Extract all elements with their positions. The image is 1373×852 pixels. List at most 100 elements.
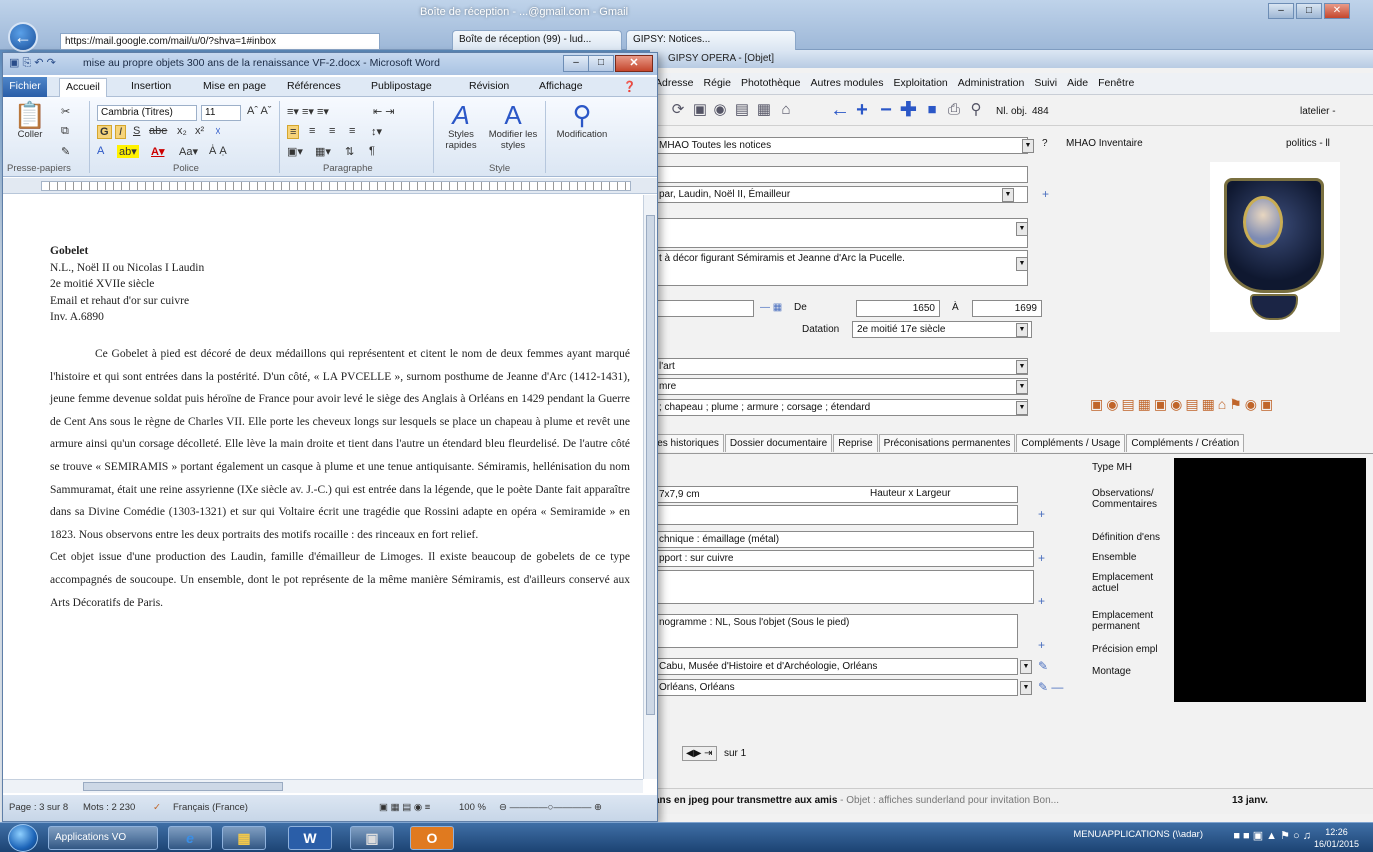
add-technique-icon[interactable]: + — [1038, 551, 1045, 565]
date-from-field[interactable]: 1650 — [856, 300, 940, 317]
selection-field[interactable]: MHAO Toutes les notices — [654, 137, 1028, 154]
status-language[interactable]: Français (France) — [173, 802, 248, 813]
vertical-scrollbar[interactable] — [643, 195, 657, 779]
atelier-label[interactable]: latelier - — [1300, 106, 1336, 117]
add-icon[interactable]: + — [854, 100, 870, 120]
author-dropdown[interactable]: ▼ — [1002, 188, 1014, 202]
copy-icon[interactable]: ⧉ — [61, 125, 69, 138]
zoom-slider[interactable]: ⊖ ————○———— ⊕ — [499, 802, 602, 813]
author-field[interactable]: par, Laudin, Noël II, Émailleur — [654, 186, 1028, 203]
browser-close-button[interactable]: ✕ — [1324, 3, 1350, 19]
superscript-button[interactable]: x² — [195, 125, 204, 137]
home-icon[interactable]: ⌂ — [778, 102, 794, 118]
quick-styles-button[interactable]: A Styles rapides — [439, 101, 483, 151]
object-photo[interactable] — [1210, 162, 1340, 332]
app-taskbar-icon[interactable]: ▣ — [350, 826, 394, 850]
date-to-field[interactable]: 1699 — [972, 300, 1042, 317]
tab-references[interactable]: Références — [287, 80, 341, 92]
selection-dropdown[interactable]: ▼ — [1022, 139, 1034, 153]
period-field[interactable] — [654, 300, 754, 317]
vertical-scroll-thumb[interactable] — [646, 215, 655, 715]
place-field-1[interactable]: Cabu, Musée d'Histoire et d'Archéologie,… — [654, 658, 1018, 675]
sort-icon[interactable]: ⇅ — [345, 145, 354, 158]
inscription-field[interactable]: nogramme : NL, Sous l'objet (Sous le pie… — [654, 614, 1018, 648]
cycle-icon[interactable]: ⟳ — [670, 102, 686, 118]
keywords-dropdown[interactable]: ▼ — [1016, 401, 1028, 415]
edit-place2-icon[interactable]: ✎ — — [1038, 680, 1063, 694]
tab-historiques[interactable]: ies historiques — [650, 434, 724, 452]
cut-icon[interactable]: ✂ — [61, 105, 70, 118]
help-icon[interactable]: ? — [1042, 138, 1048, 149]
status-words[interactable]: Mots : 2 230 — [83, 802, 135, 813]
browser-address-bar[interactable]: https://mail.google.com/mail/u/0/?shva=1… — [60, 33, 380, 50]
tab-reprise[interactable]: Reprise — [833, 434, 878, 452]
validate-icon[interactable]: ✚ — [900, 100, 917, 120]
explorer-icon[interactable]: ▦ — [222, 826, 266, 850]
menu-phototheque[interactable]: Photothèque — [736, 73, 806, 93]
pilcrow-icon[interactable]: ¶ — [369, 145, 375, 157]
browser-minimize-button[interactable]: – — [1268, 3, 1294, 19]
browser-maximize-button[interactable]: □ — [1296, 3, 1322, 19]
menu-fenetre[interactable]: Fenêtre — [1093, 73, 1139, 93]
add-inscription-icon[interactable]: + — [1038, 638, 1045, 652]
borders-icon[interactable]: ▦▾ — [315, 145, 331, 158]
tab-preconisations[interactable]: Préconisations permanentes — [878, 434, 1016, 452]
italic-button[interactable]: I — [115, 125, 127, 139]
tab-dossier-documentaire[interactable]: Dossier documentaire — [724, 434, 833, 452]
description-field[interactable]: t à décor figurant Sémiramis et Jeanne d… — [654, 250, 1028, 286]
tab-publipostage[interactable]: Publipostage — [371, 80, 432, 92]
bullets-icon[interactable]: ≡▾ ≡▾ ≡▾ — [287, 105, 329, 118]
pager-controls[interactable]: ◀▶ ⇥ — [682, 746, 717, 761]
line-spacing-icon[interactable]: ↕▾ — [371, 125, 382, 138]
category-field[interactable]: mre — [654, 378, 1028, 395]
category-dropdown[interactable]: ▼ — [1016, 380, 1028, 394]
keywords-field[interactable]: ; chapeau ; plume ; armure ; corsage ; é… — [654, 399, 1028, 416]
previous-icon[interactable]: ← — [830, 100, 850, 120]
outlook-icon[interactable]: O — [410, 826, 454, 850]
document-icon[interactable]: ▤ — [734, 102, 750, 118]
font-size-box[interactable]: 11 — [201, 105, 241, 121]
bold-button[interactable]: G — [97, 125, 112, 139]
tab-insertion[interactable]: Insertion — [131, 80, 171, 92]
shading-icon[interactable]: ▣▾ — [287, 145, 303, 158]
dating-field[interactable]: 2e moitié 17e siècle — [852, 321, 1032, 338]
font-name-box[interactable]: Cambria (Titres) — [97, 105, 197, 121]
period-link-icon[interactable]: — ▦ — [760, 302, 782, 313]
align-right-icon[interactable]: ≡ — [329, 125, 335, 137]
underline-button[interactable]: S — [133, 125, 140, 137]
align-center-icon[interactable]: ≡ — [309, 125, 315, 137]
domain-field[interactable]: l'art — [654, 358, 1028, 375]
add-author-icon[interactable]: + — [1042, 187, 1049, 201]
view-buttons[interactable]: ▣ ▦ ▤ ◉ ≡ — [379, 802, 430, 813]
field-blank-1[interactable] — [654, 166, 1028, 183]
add-dimension-icon[interactable]: + — [1038, 507, 1045, 521]
subscript-button[interactable]: x₂ — [177, 125, 187, 137]
dimensions-extra-field[interactable] — [654, 505, 1018, 525]
word-close-button[interactable]: ✕ — [615, 55, 653, 72]
edit-place-icon[interactable]: ✎ — [1038, 659, 1048, 673]
menu-regie[interactable]: Régie — [699, 73, 736, 93]
tab-affichage[interactable]: Affichage — [539, 80, 583, 92]
font-color-icon[interactable]: A▾ — [151, 145, 164, 158]
search-icon[interactable]: ⚲ — [968, 102, 984, 118]
menu-suivi[interactable]: Suivi — [1029, 73, 1062, 93]
technique-field[interactable]: chnique : émaillage (métal) — [654, 531, 1034, 548]
proofing-icon[interactable]: ✓ — [153, 802, 161, 813]
add-material-icon[interactable]: + — [1038, 594, 1045, 608]
status-page[interactable]: Page : 3 sur 8 — [9, 802, 68, 813]
word-taskbar-icon[interactable]: W — [288, 826, 332, 850]
menu-administration[interactable]: Administration — [953, 73, 1030, 93]
remove-icon[interactable]: − — [878, 100, 894, 120]
description-dropdown[interactable]: ▼ — [1016, 257, 1028, 271]
paste-button[interactable]: 📋 Coller — [9, 101, 51, 140]
clock[interactable]: 12:26 16/01/2015 — [1314, 826, 1359, 850]
help-icon-word[interactable]: ❓ — [623, 80, 636, 93]
title-dropdown[interactable]: ▼ — [1016, 222, 1028, 236]
horizontal-scroll-thumb[interactable] — [83, 782, 283, 791]
tab-mise-en-page[interactable]: Mise en page — [203, 80, 266, 92]
zoom-level[interactable]: 100 % — [459, 802, 486, 813]
tray-label[interactable]: MENUAPPLICATIONS (\\adar) — [1073, 829, 1203, 840]
word-maximize-button[interactable]: □ — [588, 55, 614, 72]
quick-access-toolbar[interactable]: ▣ ⎘ ↶ ↷ — [9, 56, 56, 70]
place2-dropdown[interactable]: ▼ — [1020, 681, 1032, 695]
